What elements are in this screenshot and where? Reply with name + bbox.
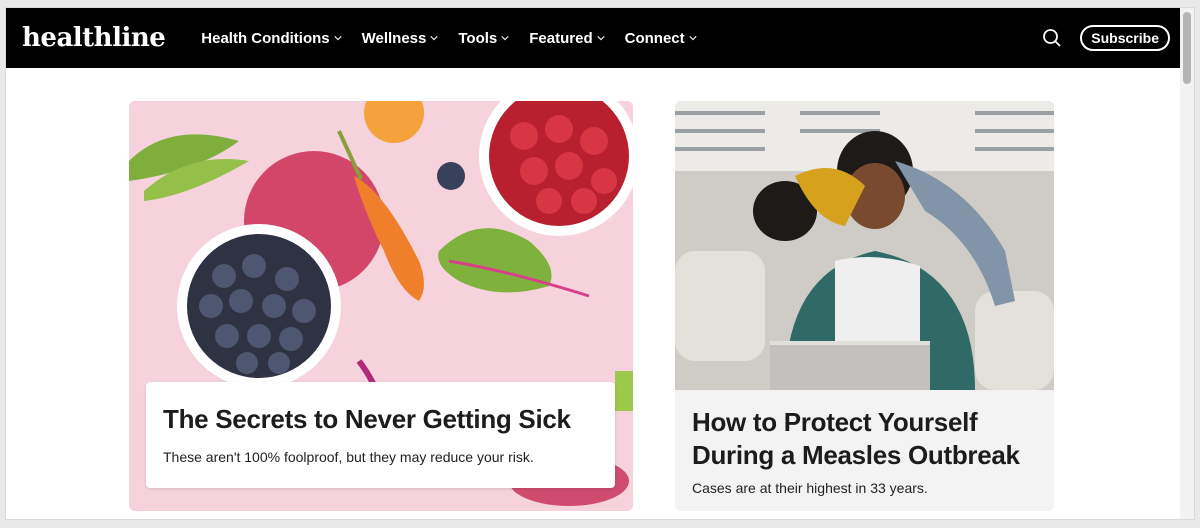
chevron-down-icon xyxy=(597,36,605,41)
card-title[interactable]: The Secrets to Never Getting Sick xyxy=(163,404,598,435)
site-header: healthline Health Conditions Wellness To… xyxy=(6,8,1182,68)
nav-label: Featured xyxy=(529,29,593,47)
nav-label: Wellness xyxy=(361,29,427,47)
vertical-scrollbar[interactable] xyxy=(1180,8,1194,519)
header-actions: Subscribe xyxy=(1040,25,1170,51)
card-text-panel: The Secrets to Never Getting Sick These … xyxy=(146,382,615,488)
chevron-down-icon xyxy=(501,36,509,41)
article-card-secrets[interactable]: The Secrets to Never Getting Sick These … xyxy=(129,101,633,511)
card-text-panel: How to Protect Yourself During a Measles… xyxy=(692,406,1042,496)
healthline-logo[interactable]: healthline xyxy=(22,23,166,53)
nav-featured[interactable]: Featured xyxy=(529,29,605,47)
nav-label: Tools xyxy=(458,29,498,47)
search-icon xyxy=(1043,29,1061,47)
nav-wellness[interactable]: Wellness xyxy=(362,30,439,47)
chevron-down-icon xyxy=(430,36,438,41)
main-nav: Health Conditions Wellness Tools Feature… xyxy=(201,29,697,47)
chevron-down-icon xyxy=(334,36,342,41)
family-photo xyxy=(675,101,1054,390)
nav-tools[interactable]: Tools xyxy=(458,30,509,47)
scrollbar-thumb[interactable] xyxy=(1183,12,1191,84)
browser-viewport: healthline Health Conditions Wellness To… xyxy=(5,7,1195,520)
subscribe-button[interactable]: Subscribe xyxy=(1080,25,1170,51)
nav-connect[interactable]: Connect xyxy=(625,30,697,47)
card-subtitle: Cases are at their highest in 33 years. xyxy=(692,480,928,496)
search-button[interactable] xyxy=(1040,26,1064,50)
nav-label: Health Conditions xyxy=(201,29,330,47)
nav-label: Connect xyxy=(624,29,685,47)
chevron-down-icon xyxy=(689,36,697,41)
card-title[interactable]: How to Protect Yourself During a Measles… xyxy=(692,406,1042,472)
article-card-measles[interactable]: How to Protect Yourself During a Measles… xyxy=(675,101,1054,511)
card-subtitle: These aren't 100% foolproof, but they ma… xyxy=(163,449,534,465)
nav-health-conditions[interactable]: Health Conditions xyxy=(201,29,342,47)
